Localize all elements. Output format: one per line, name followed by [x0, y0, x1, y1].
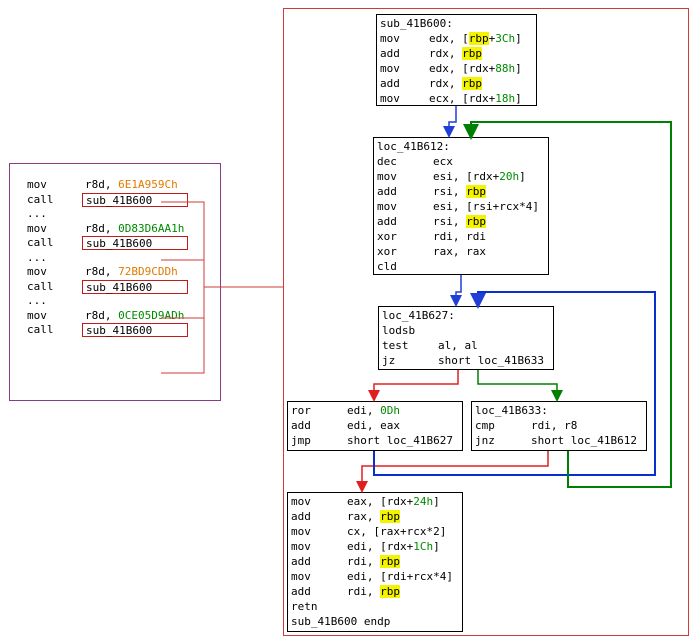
edge-b5-b6: [356, 451, 549, 493]
edge-b3-b5: [477, 370, 563, 402]
edge-b5-b2-loop: [463, 121, 672, 488]
edge-b2-b3: [450, 275, 462, 307]
edge-b3-b4: [368, 370, 459, 402]
edge-b1-b2: [443, 106, 457, 138]
xref-connectors: [161, 201, 283, 374]
control-flow-edges: [161, 106, 672, 493]
